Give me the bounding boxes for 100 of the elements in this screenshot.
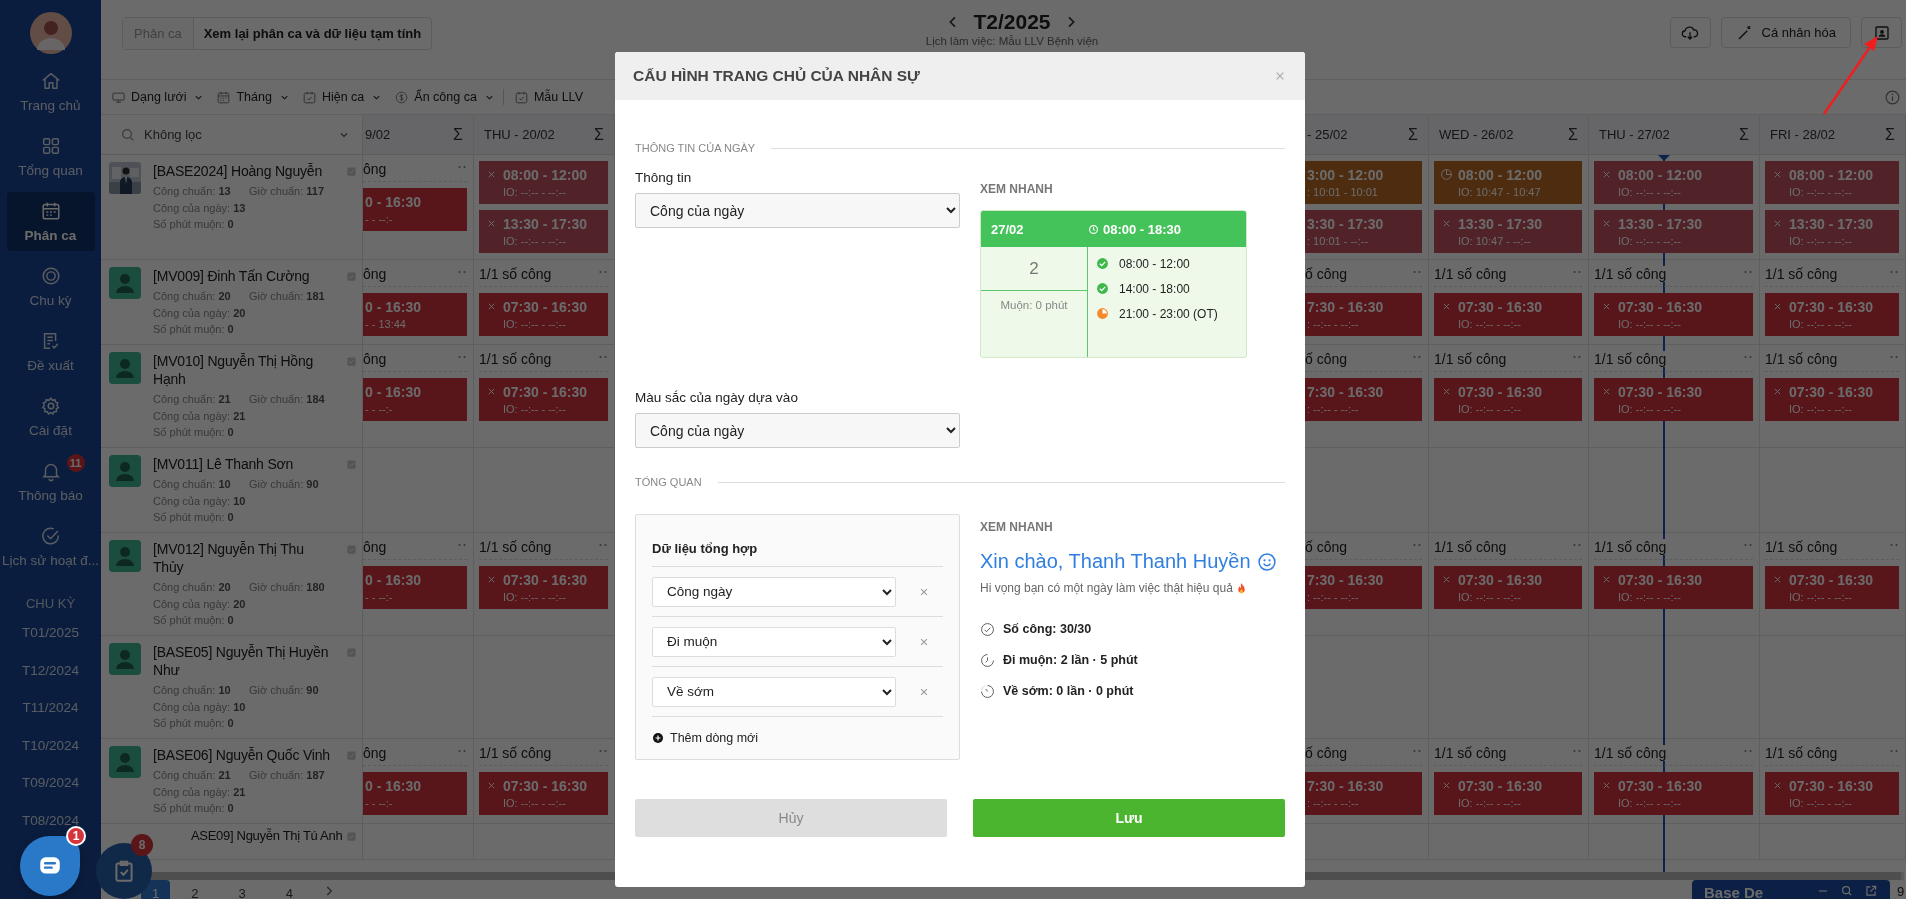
column-title: WED - 26/02 bbox=[1439, 127, 1514, 142]
sidebar-item[interactable]: Đề xuất bbox=[6, 322, 95, 381]
shift-block[interactable]: 07:30 - 16:30 IO: --:-- - --:-- bbox=[1434, 566, 1582, 609]
shift-block[interactable]: 7:30 - 16:30 : --:-- - --:-- bbox=[1305, 293, 1422, 336]
sidebar-item[interactable]: Thông báo 11 bbox=[6, 452, 95, 511]
dropdown-field[interactable]: Về sớm bbox=[652, 676, 896, 707]
shift-count: 1/1 số công bbox=[1594, 745, 1669, 761]
shift-block[interactable]: 08:00 - 12:00 IO: 10:47 - 10:47 bbox=[1434, 161, 1582, 204]
page-button[interactable]: 2 bbox=[180, 880, 210, 899]
shift-time: 07:30 - 16:30 bbox=[1618, 571, 1703, 589]
shift-block[interactable]: 7:30 - 16:30 : --:-- - --:-- bbox=[1305, 378, 1422, 421]
shift-block[interactable]: 07:30 - 16:30 IO: --:-- - --:-- bbox=[1594, 566, 1753, 609]
shift-time: 7:30 - 16:30 bbox=[1307, 571, 1384, 589]
shift-io: IO: 10:47 - 10:47 bbox=[1458, 185, 1542, 200]
shift-time: 07:30 - 16:30 bbox=[503, 298, 588, 316]
monitor-icon bbox=[111, 89, 126, 105]
shift-block[interactable]: 07:30 - 16:30 IO: --:-- - --:-- bbox=[1434, 293, 1582, 336]
personalize-button[interactable]: Cá nhân hóa bbox=[1720, 17, 1851, 48]
shift-block[interactable]: 07:30 - 16:30 IO: --:-- - --:-- bbox=[1765, 293, 1899, 336]
shift-block[interactable]: 07:30 - 16:30 IO: --:-- - --:-- bbox=[1434, 378, 1582, 421]
shift-block[interactable]: 0 - 16:30 - - --:- bbox=[363, 566, 467, 609]
sidebar-item[interactable]: Phân ca bbox=[6, 192, 95, 251]
employee-name[interactable]: [MV010] Nguyễn Thị Hồng Hạnh bbox=[153, 352, 334, 388]
dropdown-field[interactable]: Công của ngày bbox=[635, 413, 960, 448]
shift-block[interactable]: 07:30 - 16:30 IO: --:-- - --:-- bbox=[479, 293, 608, 336]
toolbar-dropdown[interactable]: Tháng bbox=[216, 89, 290, 105]
sum-symbol[interactable]: Σ bbox=[594, 125, 604, 144]
dropdown-field[interactable]: Công của ngày bbox=[635, 193, 960, 228]
shift-block[interactable]: 0 - 16:30 - - --:- bbox=[363, 772, 467, 815]
page-button[interactable]: 4 bbox=[274, 880, 304, 899]
employee-name[interactable]: [BASE05] Nguyễn Thị Huyền Như bbox=[153, 643, 334, 679]
shift-time: 7:30 - 16:30 bbox=[1307, 383, 1384, 401]
period-item[interactable]: T11/2024 bbox=[22, 700, 79, 738]
shift-count: 1/1 số công bbox=[1765, 539, 1840, 555]
section-title: THÔNG TIN CỦA NGÀY bbox=[635, 142, 756, 154]
shift-block[interactable]: 07:30 - 16:30 IO: --:-- - --:-- bbox=[1765, 378, 1899, 421]
shift-block[interactable]: 07:30 - 16:30 IO: --:-- - --:-- bbox=[1434, 772, 1582, 815]
employee-name[interactable]: ASE09] Nguyễn Thị Tú Anh bbox=[191, 827, 340, 845]
period-item[interactable]: T10/2024 bbox=[21, 737, 79, 775]
cloud-download-button[interactable] bbox=[1669, 17, 1711, 48]
shift-block[interactable]: 07:30 - 16:30 IO: --:-- - --:-- bbox=[1765, 566, 1899, 609]
employee-name[interactable]: [BASE06] Nguyễn Quốc Vinh bbox=[153, 746, 334, 764]
shift-block[interactable]: 7:30 - 16:30 : --:-- - --:-- bbox=[1305, 566, 1422, 609]
clock-icon bbox=[980, 652, 995, 668]
shift-block[interactable]: 0 - 16:30 - - --:- bbox=[363, 188, 467, 231]
period-item[interactable]: T09/2024 bbox=[21, 775, 79, 813]
breadcrumb-item[interactable]: Xem lại phân ca và dữ liệu tạm tính bbox=[193, 18, 432, 49]
contact-card-button[interactable] bbox=[1861, 17, 1902, 48]
shift-block[interactable]: 08:00 - 12:00 IO: --:-- - --:-- bbox=[479, 161, 608, 204]
toolbar-button[interactable]: Mẫu LLV bbox=[513, 89, 583, 105]
sum-symbol[interactable]: Σ bbox=[1885, 125, 1895, 144]
toolbar-dropdown[interactable]: Dạng lưới bbox=[111, 89, 205, 105]
shift-block[interactable]: 3:00 - 12:00 : 10:01 - 10:01 bbox=[1305, 161, 1422, 204]
shift-block[interactable]: 07:30 - 16:30 IO: --:-- - --:-- bbox=[1594, 293, 1753, 336]
employee-name[interactable]: [MV009] Đinh Tấn Cường bbox=[153, 267, 334, 285]
sum-symbol[interactable]: Σ bbox=[1408, 125, 1418, 144]
shift-block[interactable]: 13:30 - 17:30 IO: --:-- - --:-- bbox=[479, 210, 608, 253]
employee-name[interactable]: [MV011] Lê Thanh Sơn bbox=[153, 455, 334, 473]
shift-block[interactable]: 07:30 - 16:30 IO: --:-- - --:-- bbox=[479, 772, 608, 815]
toolbar-dropdown[interactable]: Ẩn công ca bbox=[394, 89, 495, 105]
shift-block[interactable]: 13:30 - 17:30 IO: 10:47 - --:-- bbox=[1434, 210, 1582, 253]
shift-block[interactable]: 13:30 - 17:30 IO: --:-- - --:-- bbox=[1594, 210, 1753, 253]
shift-block[interactable]: 07:30 - 16:30 IO: --:-- - --:-- bbox=[1594, 772, 1753, 815]
toolbar-dropdown[interactable]: Hiện ca bbox=[301, 89, 383, 105]
sum-symbol[interactable]: Σ bbox=[1739, 125, 1749, 144]
shift-time: 07:30 - 16:30 bbox=[1789, 571, 1874, 589]
shift-block[interactable]: 07:30 - 16:30 IO: --:-- - --:-- bbox=[1765, 772, 1899, 815]
shift-block[interactable]: 07:30 - 16:30 IO: --:-- - --:-- bbox=[479, 378, 608, 421]
sidebar-item[interactable]: Trang chủ bbox=[6, 62, 95, 121]
shift-block[interactable]: 3:30 - 17:30 : 10:01 - --:-- bbox=[1305, 210, 1422, 253]
save-button[interactable]: Lưu bbox=[973, 799, 1285, 837]
sidebar-item[interactable]: Tổng quan bbox=[6, 127, 95, 186]
page-button[interactable]: 3 bbox=[227, 880, 257, 899]
add-row-button[interactable]: Thêm dòng mới bbox=[652, 717, 943, 745]
dropdown-field[interactable]: Đi muộn bbox=[652, 626, 896, 657]
shift-count: 1/1 số công bbox=[1434, 745, 1509, 761]
shift-io: IO: --:-- - --:-- bbox=[1458, 796, 1522, 811]
shift-block[interactable]: 08:00 - 12:00 IO: --:-- - --:-- bbox=[1765, 161, 1899, 204]
shift-time: 0 - 16:30 bbox=[365, 383, 422, 401]
sidebar-item[interactable]: Cài đặt bbox=[6, 387, 95, 446]
sidebar-item[interactable]: Chu kỳ bbox=[6, 257, 95, 316]
employee-name[interactable]: [BASE2024] Hoàng Nguyễn bbox=[153, 162, 334, 180]
shift-block[interactable]: 13:30 - 17:30 IO: --:-- - --:-- bbox=[1765, 210, 1899, 253]
cancel-button[interactable]: Hủy bbox=[635, 799, 947, 837]
shift-time: 07:30 - 16:30 bbox=[1789, 298, 1874, 316]
shift-block[interactable]: 0 - 16:30 - - --:- bbox=[363, 378, 467, 421]
shift-block[interactable]: 08:00 - 12:00 IO: --:-- - --:-- bbox=[1594, 161, 1753, 204]
dropdown-field[interactable]: Công ngày bbox=[652, 576, 896, 607]
check-circle-icon bbox=[980, 621, 995, 637]
employee-name[interactable]: [MV012] Nguyễn Thị Thu Thủy bbox=[153, 540, 334, 576]
period-item[interactable]: T12/2024 bbox=[21, 662, 79, 700]
shift-block[interactable]: 07:30 - 16:30 IO: --:-- - --:-- bbox=[479, 566, 608, 609]
shift-block[interactable]: 7:30 - 16:30 : --:-- - --:-- bbox=[1305, 772, 1422, 815]
shift-block[interactable]: 07:30 - 16:30 IO: --:-- - --:-- bbox=[1594, 378, 1753, 421]
filter-field[interactable]: Không lọc bbox=[120, 126, 350, 143]
shift-block[interactable]: 0 - 16:30 - - 13:44 bbox=[363, 293, 467, 336]
sum-symbol[interactable]: Σ bbox=[453, 125, 463, 144]
sum-symbol[interactable]: Σ bbox=[1568, 125, 1578, 144]
shift-time: 08:00 - 12:00 bbox=[1618, 166, 1703, 184]
period-item[interactable]: T01/2025 bbox=[21, 625, 79, 663]
